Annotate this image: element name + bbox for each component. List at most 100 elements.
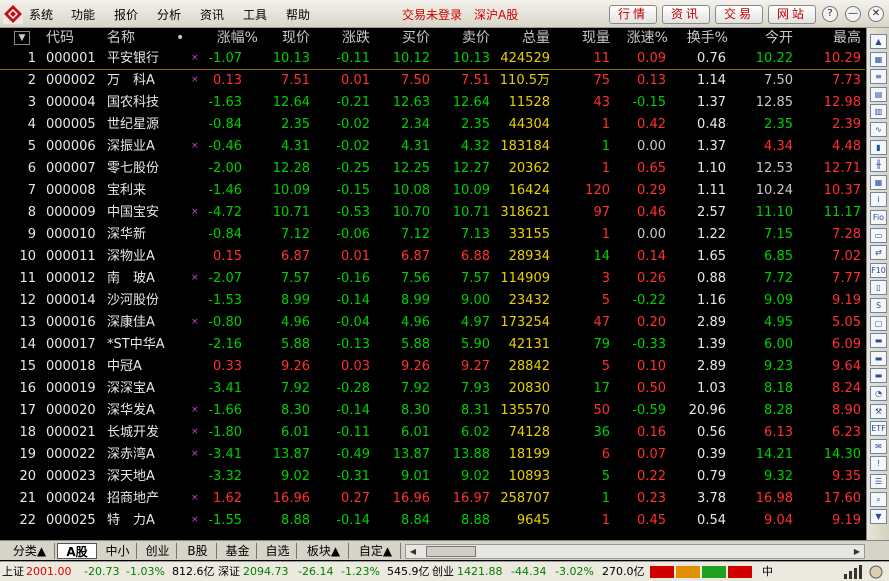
table-row[interactable]: 17 000020 深华发A -1.66 8.30 -0.14 8.30 8.31 135570…: [0, 400, 865, 422]
table-row[interactable]: 19 000022 深赤湾A -3.41 13.87 -0.49 13.87 13.88 181…: [0, 444, 865, 466]
table-row[interactable]: 20 000023 深天地A -3.32 9.02 -0.31 9.01 9.02 10893 5…: [0, 466, 865, 488]
close-button[interactable]: ✕: [868, 6, 884, 22]
scroll-down-icon[interactable]: ▼: [870, 509, 887, 525]
table-row[interactable]: 4 000005 世纪星源 -0.84 2.35 -0.02 2.34 2.35 44304 1 0…: [0, 114, 865, 136]
tick-icon[interactable]: ▯: [870, 280, 887, 296]
table-row[interactable]: 13 000016 深康佳A -0.80 4.96 -0.04 4.96 4.97 173254…: [0, 312, 865, 334]
table-row[interactable]: 7 000008 宝利来 -1.46 10.09 -0.15 10.08 10.09 16424…: [0, 180, 865, 202]
col-cur-volume[interactable]: 现量: [562, 28, 610, 48]
flow-icon[interactable]: ⇄: [870, 245, 887, 261]
col-bid[interactable]: 买价: [382, 28, 430, 48]
table-row[interactable]: 5 000006 深振业A -0.46 4.31 -0.02 4.31 4.32 183184 1…: [0, 136, 865, 158]
info-icon[interactable]: i: [870, 192, 887, 208]
volume: 18199: [508, 447, 550, 462]
col-name[interactable]: 名称: [107, 28, 135, 48]
find-icon[interactable]: ⌕: [870, 491, 887, 507]
sql-icon[interactable]: S: [870, 298, 887, 313]
menu-tools[interactable]: 工具: [243, 6, 267, 23]
login-status[interactable]: 交易未登录: [402, 6, 462, 23]
table-row[interactable]: 1 000001 平安银行 -1.07 10.13 -0.11 10.12 10.13 4245…: [0, 48, 865, 70]
nav-info-button[interactable]: 资讯: [662, 5, 710, 24]
col-code[interactable]: 代码: [46, 28, 74, 48]
menu-help[interactable]: 帮助: [286, 6, 310, 23]
tools-icon[interactable]: ⚒: [870, 403, 887, 419]
rank-icon[interactable]: ☰: [870, 474, 887, 489]
table-row[interactable]: 15 000018 中冠A 0.33 9.26 0.03 9.26 9.27 28842 5 0.1…: [0, 356, 865, 378]
minimize-button[interactable]: —: [845, 6, 861, 22]
input-mode-indicator[interactable]: 中: [762, 565, 773, 579]
dial-icon[interactable]: ◔: [870, 386, 887, 401]
grid-icon[interactable]: ▦: [870, 51, 887, 67]
table-row[interactable]: 12 000014 沙河股份 -1.53 8.99 -0.14 8.99 9.00 23432 5…: [0, 290, 865, 312]
tab-chinext[interactable]: 创业: [139, 543, 177, 559]
list-icon[interactable]: ≡: [870, 69, 887, 85]
col-change[interactable]: 涨跌: [322, 28, 370, 48]
table-row[interactable]: 8 000009 中国宝安 -4.72 10.71 -0.53 10.70 10.71 3186…: [0, 202, 865, 224]
table-row[interactable]: 18 000021 长城开发 -1.80 6.01 -0.11 6.01 6.02 74128 3…: [0, 422, 865, 444]
scroll-up-icon[interactable]: ▲: [870, 34, 887, 49]
col-change-pct[interactable]: 涨幅%: [196, 28, 258, 48]
table-row[interactable]: 16 000019 深深宝A -3.41 7.92 -0.28 7.92 7.93 20830 1…: [0, 378, 865, 400]
col-open[interactable]: 今开: [745, 28, 793, 48]
nav-quote-button[interactable]: 行情: [609, 5, 657, 24]
tab-watchlist[interactable]: 自选: [259, 543, 297, 559]
table-row[interactable]: 2 000002 万 科A 0.13 7.51 0.01 7.50 7.51 110.5万 75 0…: [0, 70, 865, 92]
table-row[interactable]: 3 000004 国农科技 -1.63 12.64 -0.21 12.63 12.64 1152…: [0, 92, 865, 114]
f10-icon[interactable]: F10: [870, 262, 887, 278]
page-icon[interactable]: ▭: [870, 227, 887, 243]
menu-system[interactable]: 系统: [29, 6, 53, 23]
col-ask[interactable]: 卖价: [442, 28, 490, 48]
tab-sme[interactable]: 中小: [99, 543, 137, 559]
folder2-icon[interactable]: ▬: [870, 350, 887, 366]
table-row[interactable]: 6 000007 零七股份 -2.00 12.28 -0.25 12.25 12.27 2036…: [0, 158, 865, 180]
col-high[interactable]: 最高: [813, 28, 861, 48]
fio-icon[interactable]: Fio: [870, 210, 887, 225]
table-row[interactable]: 10 000011 深物业A 0.15 6.87 0.01 6.87 6.88 28934 14 0…: [0, 246, 865, 268]
col-price[interactable]: 现价: [262, 28, 310, 48]
help-window-button[interactable]: ?: [822, 6, 838, 22]
tab-custom[interactable]: 自定▲: [351, 543, 401, 559]
folder3-icon[interactable]: ▬: [870, 368, 887, 384]
table-icon[interactable]: ▦: [870, 174, 887, 190]
news-icon[interactable]: ✉: [870, 438, 887, 454]
menu-quote[interactable]: 报价: [114, 6, 138, 23]
app-logo-icon[interactable]: [2, 3, 24, 25]
horizontal-scrollbar[interactable]: ◀ ▶: [405, 544, 865, 559]
sort-dropdown-icon[interactable]: ▼: [14, 31, 30, 45]
table-row[interactable]: 21 000024 招商地产 1.62 16.96 0.27 16.96 16.97 25870…: [0, 488, 865, 510]
chart-icon[interactable]: ∿: [870, 122, 887, 137]
tab-sector[interactable]: 板块▲: [299, 543, 349, 559]
menu-analysis[interactable]: 分析: [157, 6, 181, 23]
tab-category[interactable]: 分类▲: [5, 543, 55, 559]
kline-icon[interactable]: ╫: [870, 157, 887, 173]
stock-name: 深华新: [107, 227, 147, 242]
scroll-left-icon[interactable]: ◀: [406, 545, 420, 558]
book-icon[interactable]: ▤: [870, 86, 887, 102]
scroll-right-icon[interactable]: ▶: [850, 545, 864, 558]
change: 0.01: [341, 73, 370, 88]
col-speed[interactable]: 涨速%: [612, 28, 668, 48]
report-icon[interactable]: ▥: [870, 104, 887, 120]
tab-b-shares[interactable]: B股: [179, 543, 217, 559]
nav-trade-button[interactable]: 交易: [715, 5, 763, 24]
table-row[interactable]: 9 000010 深华新 -0.84 7.12 -0.06 7.12 7.13 33155 1 0.…: [0, 224, 865, 246]
window-icon[interactable]: ▢: [870, 315, 887, 331]
bar-chart-icon[interactable]: ▮: [870, 139, 887, 155]
nav-website-button[interactable]: 网站: [768, 5, 816, 24]
col-turnover[interactable]: 换手%: [672, 28, 728, 48]
tab-a-shares[interactable]: A股: [57, 543, 97, 559]
tab-fund[interactable]: 基金: [219, 543, 257, 559]
etf-icon[interactable]: ETF: [870, 421, 887, 437]
table-row[interactable]: 14 000017 *ST中华A -2.16 5.88 -0.13 5.88 5.90 4213…: [0, 334, 865, 356]
table-row[interactable]: 11 000012 南 玻A -2.07 7.57 -0.16 7.56 7.57 114909…: [0, 268, 865, 290]
menu-function[interactable]: 功能: [71, 6, 95, 23]
menu-info[interactable]: 资讯: [200, 6, 224, 23]
quote-grid[interactable]: ▼ 代码 名称 • 涨幅% 现价 涨跌 买价 卖价 总量 现量 涨速% 换手% …: [0, 28, 865, 540]
alert-icon[interactable]: !: [870, 456, 887, 472]
row-index: 14: [19, 337, 36, 352]
current-volume: 97: [593, 205, 610, 220]
col-volume[interactable]: 总量: [502, 28, 550, 48]
table-row[interactable]: 22 000025 特 力A -1.55 8.88 -0.14 8.84 8.88 9645 1 0…: [0, 510, 865, 532]
folder-icon[interactable]: ▬: [870, 333, 887, 349]
scroll-thumb[interactable]: [426, 546, 476, 557]
